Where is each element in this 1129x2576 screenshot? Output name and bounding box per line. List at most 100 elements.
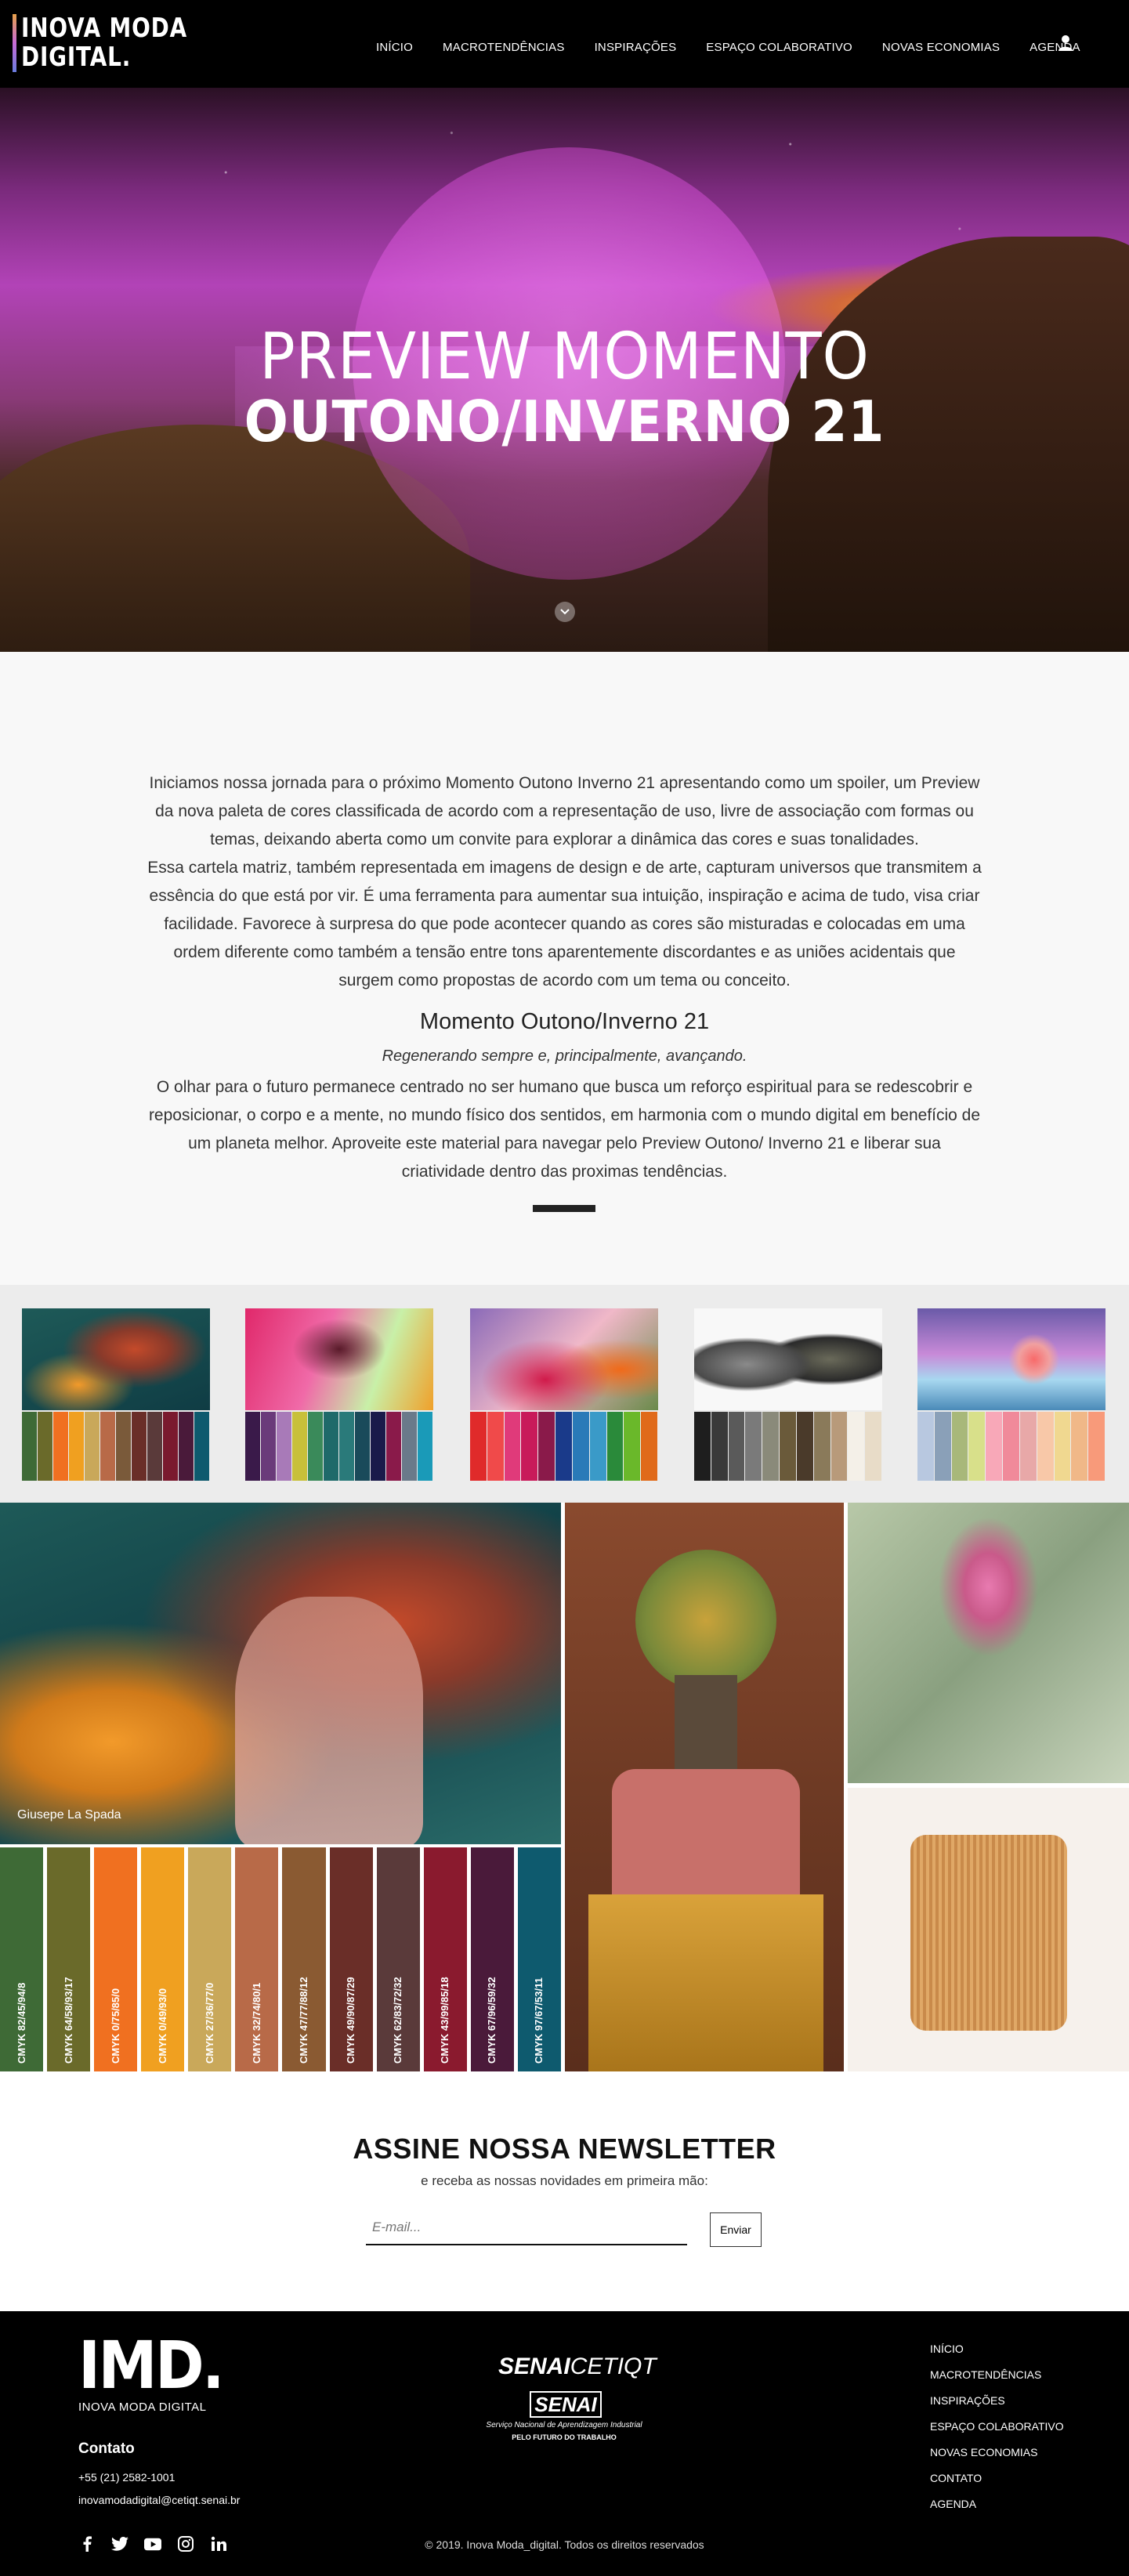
- palette-image: [245, 1308, 433, 1410]
- nav-item-inspiracoes[interactable]: INSPIRAÇÕES: [595, 41, 677, 54]
- palette-card[interactable]: [917, 1308, 1105, 1481]
- nav-item-espaco-colaborativo[interactable]: ESPAÇO COLABORATIVO: [706, 41, 852, 54]
- color-swatch: [371, 1412, 385, 1481]
- senai-cetiqt-bold: SENAI: [498, 2353, 570, 2379]
- gallery-image-glass-flower[interactable]: [848, 1503, 1129, 1783]
- color-swatch: [986, 1412, 1003, 1481]
- color-swatch: [69, 1412, 84, 1481]
- senai-cetiqt-logo[interactable]: SENAICETIQT: [498, 2353, 657, 2380]
- palette-strip: [0, 1285, 1129, 1503]
- contact-phone[interactable]: +55 (21) 2582-1001: [78, 2471, 175, 2484]
- color-swatch: [1019, 1412, 1037, 1481]
- submit-button[interactable]: Enviar: [710, 2212, 762, 2247]
- color-swatch: [917, 1412, 934, 1481]
- gallery-image-woven-sculpture[interactable]: [848, 1788, 1129, 2071]
- color-swatch: [796, 1412, 813, 1481]
- color-swatch: [504, 1412, 521, 1481]
- color-swatch: [470, 1412, 487, 1481]
- nav-item-macrotendencias[interactable]: MACROTENDÊNCIAS: [443, 41, 565, 54]
- color-swatch: [38, 1412, 52, 1481]
- site-header: INOVA MODA DIGITAL. INÍCIO MACROTENDÊNCI…: [0, 0, 1129, 88]
- cmyk-swatch: CMYK 32/74/80/1: [235, 1847, 279, 2071]
- intro-paragraphs: Iniciamos nossa jornada para o próximo M…: [146, 769, 983, 995]
- color-swatch: [606, 1412, 624, 1481]
- footer-nav-espaco-colaborativo[interactable]: ESPAÇO COLABORATIVO: [930, 2420, 1064, 2433]
- cmyk-swatch: CMYK 67/96/59/32: [470, 1847, 514, 2071]
- footer-nav-macrotendencias[interactable]: MACROTENDÊNCIAS: [930, 2368, 1064, 2381]
- hero-banner: PREVIEW MOMENTO OUTONO/INVERNO 21: [0, 88, 1129, 652]
- color-swatch: [85, 1412, 100, 1481]
- cmyk-swatch: CMYK 0/49/93/0: [141, 1847, 185, 2071]
- color-swatch: [1071, 1412, 1088, 1481]
- nav-item-novas-economias[interactable]: NOVAS ECONOMIAS: [882, 41, 1000, 54]
- footer-logo-subtitle: INOVA MODA DIGITAL: [78, 2401, 207, 2414]
- cmyk-swatch: CMYK 0/75/85/0: [94, 1847, 138, 2071]
- color-swatch: [848, 1412, 865, 1481]
- intro-tagline: Regenerando sempre e, principalmente, av…: [382, 1047, 747, 1065]
- shirt-shape: [612, 1769, 800, 1894]
- figure-shape: [235, 1597, 423, 1844]
- site-logo[interactable]: INOVA MODA DIGITAL.: [13, 14, 224, 72]
- palette-image: [22, 1308, 210, 1410]
- cmyk-label: CMYK 43/99/85/18: [439, 1977, 451, 2064]
- palette-card[interactable]: [694, 1308, 882, 1481]
- cmyk-label: CMYK 27/36/77/0: [203, 1982, 215, 2064]
- color-swatch: [261, 1412, 276, 1481]
- color-swatch: [324, 1412, 338, 1481]
- color-swatch: [22, 1412, 37, 1481]
- color-swatch: [163, 1412, 178, 1481]
- palette-card[interactable]: [22, 1308, 210, 1481]
- color-swatch: [813, 1412, 830, 1481]
- gallery-image-leaf-head[interactable]: [565, 1503, 844, 2071]
- gallery-image-underwater[interactable]: Giusepe La Spada: [0, 1503, 561, 1844]
- color-swatch: [728, 1412, 745, 1481]
- footer-nav-agenda[interactable]: AGENDA: [930, 2498, 1064, 2510]
- palette-swatches: [694, 1412, 882, 1481]
- footer-logo[interactable]: IMD.: [78, 2327, 225, 2404]
- color-swatch: [402, 1412, 417, 1481]
- color-swatch: [780, 1412, 796, 1481]
- color-swatch: [245, 1412, 260, 1481]
- color-swatch: [418, 1412, 432, 1481]
- cmyk-swatch: CMYK 82/45/94/8: [0, 1847, 44, 2071]
- color-swatch: [53, 1412, 68, 1481]
- nav-item-inicio[interactable]: INÍCIO: [376, 41, 413, 54]
- footer-nav-contato[interactable]: CONTATO: [930, 2472, 1064, 2484]
- cmyk-label: CMYK 0/75/85/0: [109, 1988, 121, 2064]
- palette-image: [470, 1308, 658, 1410]
- palette-image: [694, 1308, 882, 1410]
- contact-email[interactable]: inovamodadigital@cetiqt.senai.br: [78, 2494, 240, 2506]
- face-shape: [675, 1675, 737, 1785]
- logo-line-2: DIGITAL.: [21, 42, 132, 73]
- cmyk-swatch: CMYK 62/83/72/32: [376, 1847, 420, 2071]
- cmyk-label: CMYK 0/49/93/0: [156, 1988, 168, 2064]
- footer-nav-inspiracoes[interactable]: INSPIRAÇÕES: [930, 2394, 1064, 2407]
- footer-nav-novas-economias[interactable]: NOVAS ECONOMIAS: [930, 2446, 1064, 2458]
- color-swatch: [589, 1412, 606, 1481]
- scroll-down-button[interactable]: [555, 602, 575, 622]
- cmyk-label: CMYK 82/45/94/8: [15, 1982, 27, 2064]
- palette-card[interactable]: [470, 1308, 658, 1481]
- user-icon[interactable]: [1058, 34, 1073, 52]
- chevron-down-icon: [560, 609, 570, 615]
- cmyk-label: CMYK 62/83/72/32: [392, 1977, 404, 2064]
- photo-credit: Giusepe La Spada: [17, 1808, 121, 1822]
- intro-section: Iniciamos nossa jornada para o próximo M…: [0, 652, 1129, 1285]
- palette-card[interactable]: [245, 1308, 433, 1481]
- color-swatch: [641, 1412, 657, 1481]
- footer-nav-inicio[interactable]: INÍCIO: [930, 2343, 1064, 2355]
- senai-logo[interactable]: SENAI: [530, 2391, 602, 2418]
- cmyk-swatch: CMYK 43/99/85/18: [423, 1847, 467, 2071]
- logo-line-1: INOVA MODA: [21, 13, 187, 44]
- cmyk-label: CMYK 97/67/53/11: [533, 1977, 545, 2064]
- color-swatch: [968, 1412, 986, 1481]
- email-field[interactable]: [366, 2211, 687, 2245]
- color-swatch: [194, 1412, 209, 1481]
- color-swatch: [694, 1412, 711, 1481]
- copyright: © 2019. Inova Moda_digital. Todos os dir…: [425, 2538, 704, 2551]
- senai-cetiqt-rest: CETIQT: [570, 2353, 657, 2379]
- color-swatch: [132, 1412, 147, 1481]
- cmyk-label: CMYK 47/77/88/12: [298, 1977, 309, 2064]
- cmyk-color-row: CMYK 82/45/94/8 CMYK 64/58/93/17 CMYK 0/75…: [0, 1847, 561, 2071]
- newsletter-section: ASSINE NOSSA NEWSLETTER e receba as noss…: [0, 2071, 1129, 2311]
